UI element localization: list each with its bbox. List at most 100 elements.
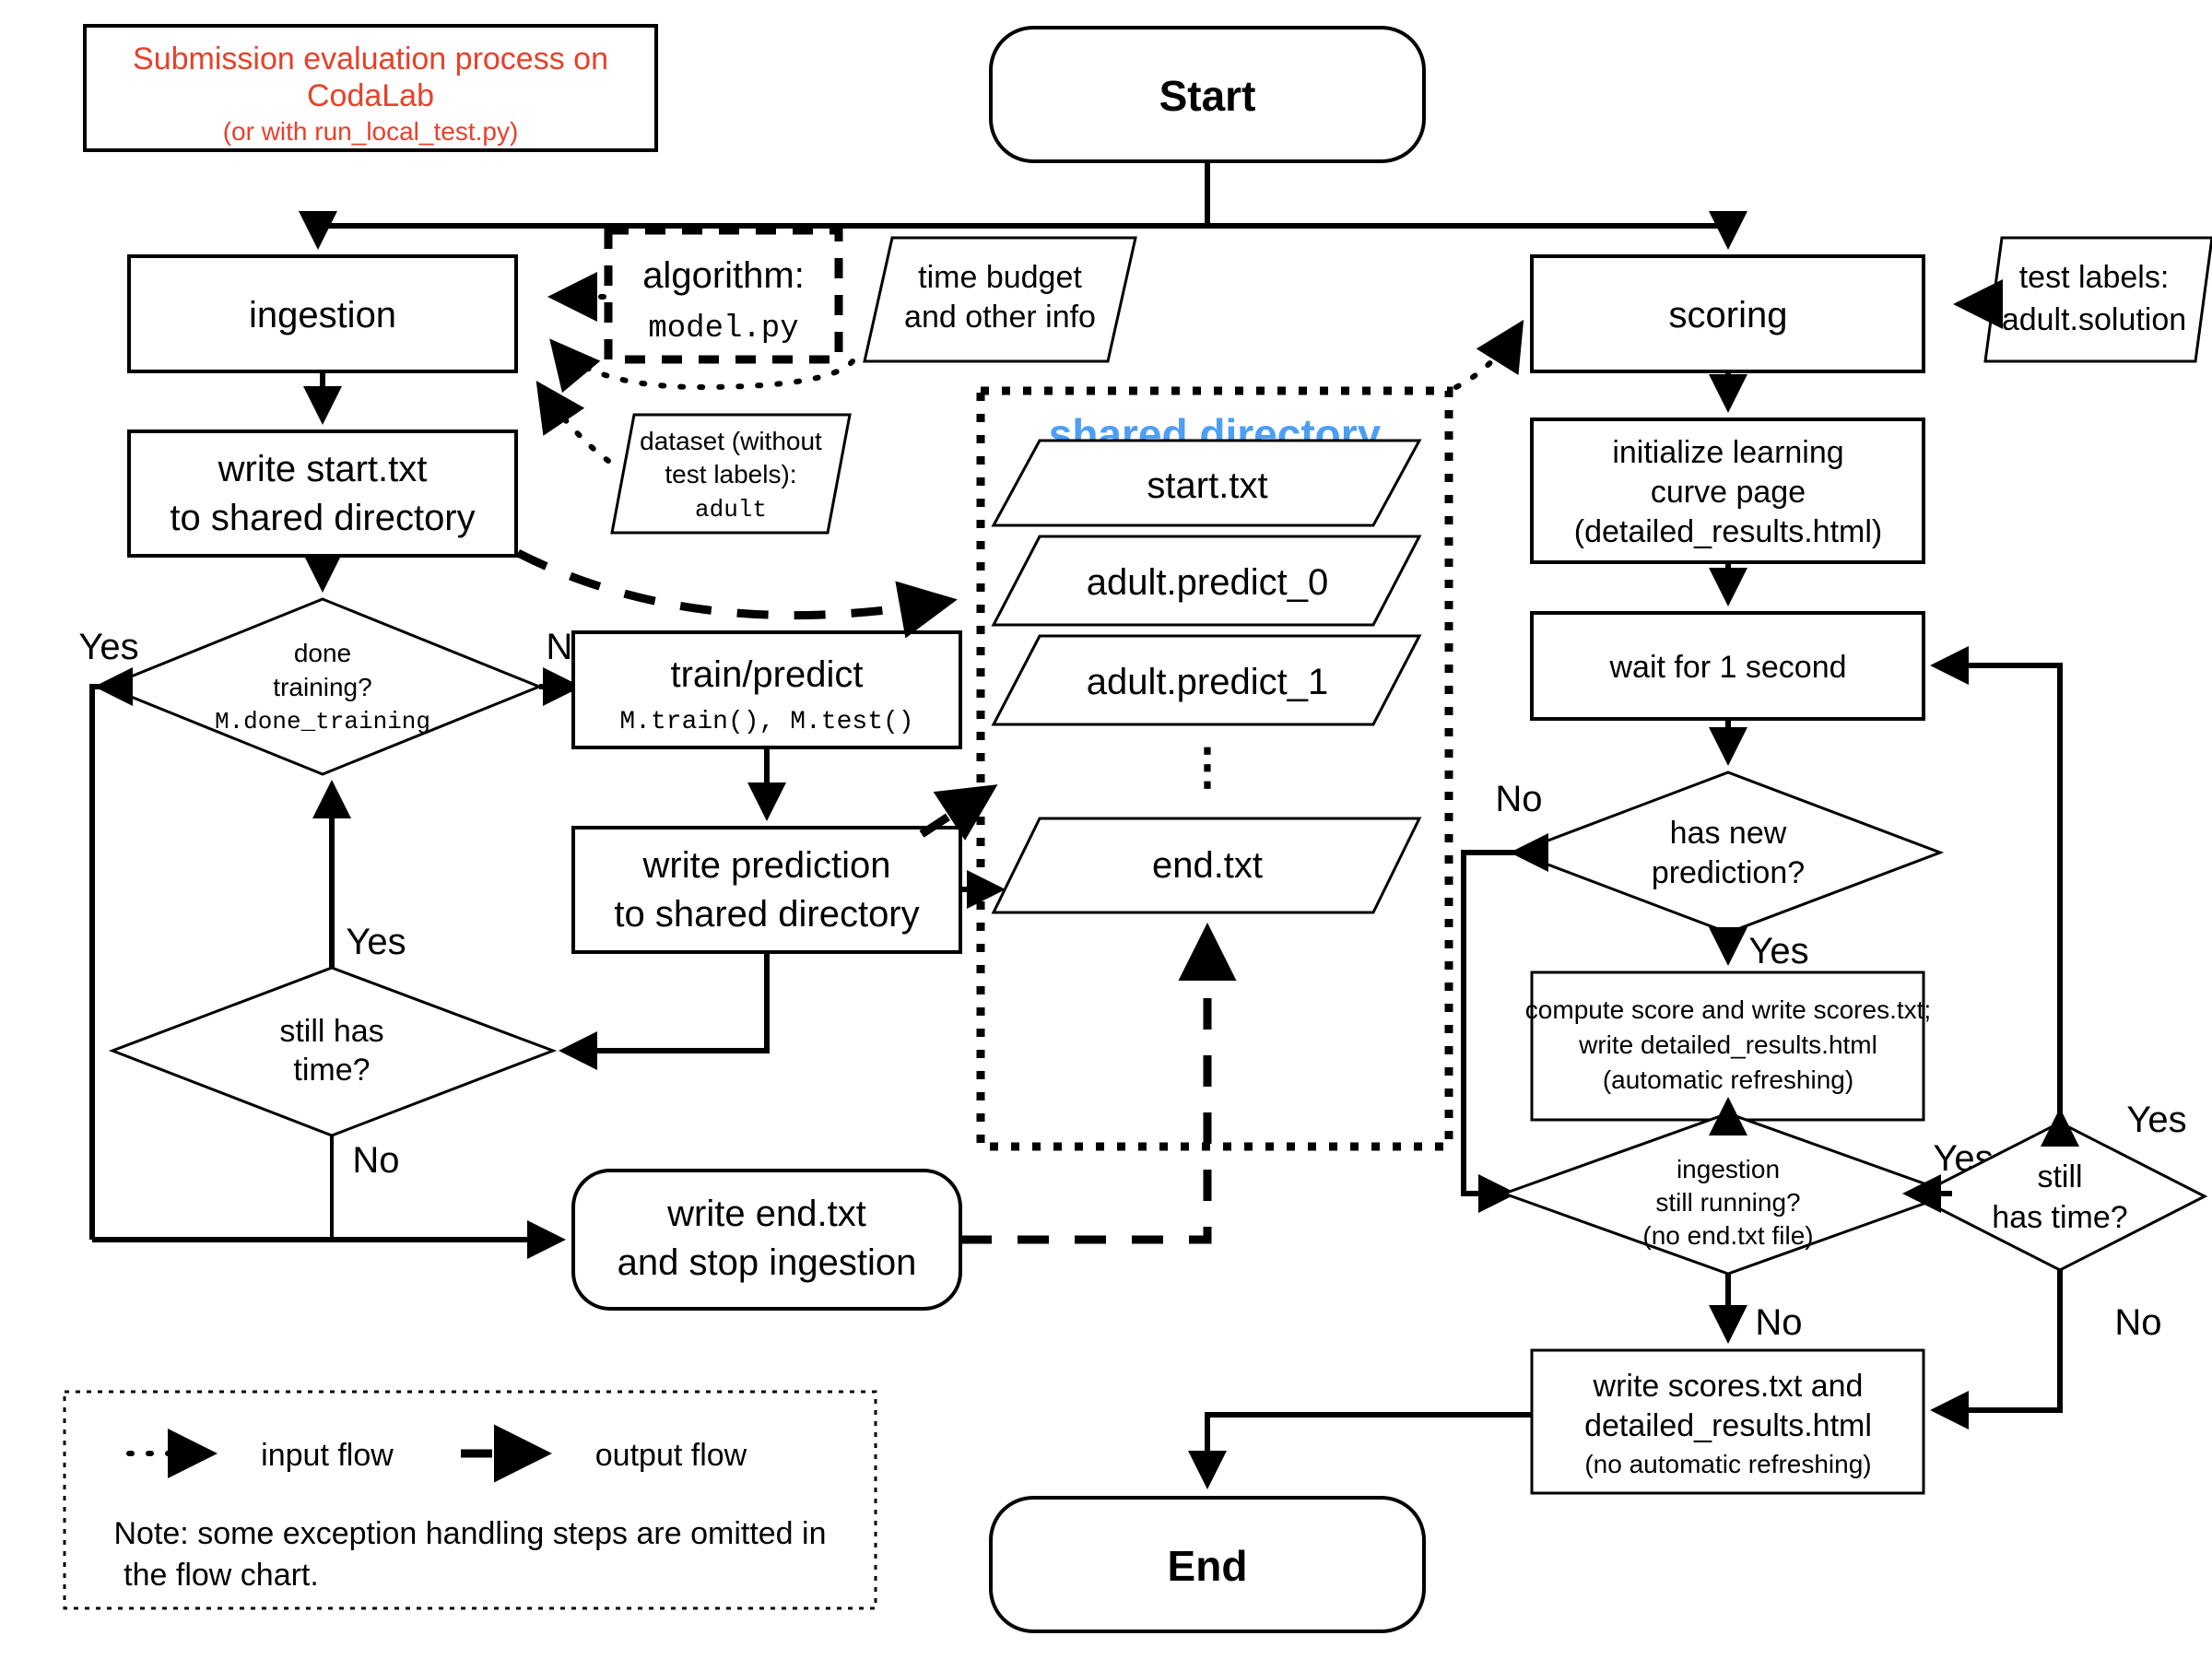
compute-line1: compute score and write scores.txt; xyxy=(1525,995,1931,1024)
input-arrow-shared-to-scoring xyxy=(1453,319,1524,390)
still-has-time-diamond-left: still has time? xyxy=(108,966,558,1137)
write-start-line1: write start.txt xyxy=(218,449,428,489)
edge-scoring-time-yes xyxy=(1930,646,2063,1123)
train-predict-label: train/predict xyxy=(671,654,864,695)
legend-note-line2: the flow chart. xyxy=(124,1558,319,1593)
file-label-3: end.txt xyxy=(1152,845,1263,886)
has-new-prediction-diamond: has new prediction? xyxy=(1512,771,1945,935)
compute-line2: write detailed_results.html xyxy=(1578,1030,1877,1059)
write-prediction-line2: to shared directory xyxy=(614,894,919,935)
write-start-line2: to shared directory xyxy=(170,498,475,538)
done-training-line1: done xyxy=(294,639,351,667)
label-still-time-yes: Yes xyxy=(346,922,406,962)
input-arrow-dataset xyxy=(535,381,611,464)
compute-score-box: compute score and write scores.txt; writ… xyxy=(1525,971,1931,1122)
algorithm-label: algorithm: xyxy=(642,255,805,296)
init-line1: initialize learning xyxy=(1612,435,1843,470)
write-prediction-line1: write prediction xyxy=(641,845,890,886)
output-arrow-start-txt xyxy=(515,548,958,639)
still-has-time-line2: time? xyxy=(293,1053,370,1088)
wait-one-second-box: wait for 1 second xyxy=(1530,611,1925,721)
scoring-label: scoring xyxy=(1669,295,1788,335)
edge-scoring-time-no xyxy=(1930,1270,2063,1430)
scoring-box: scoring xyxy=(1530,254,1925,373)
dataset-parallelogram: dataset (without test labels): adult xyxy=(610,413,852,535)
label-has-new-pred-yes: Yes xyxy=(1748,931,1808,971)
file-adult-predict-1: adult.predict_1 xyxy=(991,634,1422,726)
files-ellipsis: ⋮ xyxy=(1182,739,1232,794)
label-scoring-time-no: No xyxy=(2114,1302,2161,1343)
time-budget-parallelogram: time budget and other info xyxy=(863,236,1137,363)
init-line2: curve page xyxy=(1651,475,1806,510)
title-line3: (or with run_local_test.py) xyxy=(223,117,519,146)
test-labels-line2: adult.solution xyxy=(2002,302,2186,337)
train-predict-code: M.train(), M.test() xyxy=(619,708,913,736)
algorithm-input-box: algorithm: model.py xyxy=(604,226,843,364)
init-line3: (detailed_results.html) xyxy=(1574,514,1882,549)
wait-label: wait for 1 second xyxy=(1608,650,1846,685)
still-has-time-line1: still has xyxy=(279,1014,383,1049)
done-training-code: M.done_training xyxy=(215,708,430,735)
edge-final-to-end xyxy=(1188,1412,1532,1489)
compute-line3: (automatic refreshing) xyxy=(1603,1065,1853,1094)
file-label-0: start.txt xyxy=(1147,465,1267,506)
has-new-pred-line1: has new xyxy=(1670,816,1787,851)
has-new-pred-line2: prediction? xyxy=(1652,855,1805,890)
legend-input-flow-label: input flow xyxy=(261,1438,394,1473)
ingestion-label: ingestion xyxy=(249,295,396,335)
scoring-still-time-line2: has time? xyxy=(1992,1200,2127,1235)
end-label: End xyxy=(1168,1542,1248,1590)
train-predict-box: train/predict M.train(), M.test() xyxy=(571,630,962,749)
dataset-line2: test labels): xyxy=(665,460,796,488)
write-final-results-box: write scores.txt and detailed_results.ht… xyxy=(1530,1348,1925,1495)
label-scoring-time-yes: Yes xyxy=(2126,1100,2186,1140)
title-line2: CodaLab xyxy=(307,78,434,113)
file-end-txt: end.txt xyxy=(991,817,1422,914)
write-prediction-box: write prediction to shared directory xyxy=(571,826,962,954)
legend-output-flow-label: output flow xyxy=(595,1438,747,1473)
edge-donetraining-yes xyxy=(89,684,109,1240)
ingestion-still-running-diamond: ingestion still running? (no end.txt fil… xyxy=(1500,1112,1957,1276)
time-budget-line1: time budget xyxy=(918,260,1082,295)
write-end-line2: and stop ingestion xyxy=(618,1242,917,1283)
write-final-line2: detailed_results.html xyxy=(1584,1408,1872,1443)
write-start-box: write start.txt to shared directory xyxy=(127,429,518,558)
write-final-line1: write scores.txt and xyxy=(1593,1369,1864,1404)
write-end-box: write end.txt and stop ingestion xyxy=(571,1169,962,1311)
label-ingestion-running-no: No xyxy=(1755,1302,1802,1343)
start-label: Start xyxy=(1159,72,1256,120)
algorithm-file: model.py xyxy=(648,312,798,347)
file-label-2: adult.predict_1 xyxy=(1087,662,1328,702)
input-arrow-timebudget xyxy=(549,338,855,394)
file-start-txt: start.txt xyxy=(991,439,1422,527)
done-training-line2: training? xyxy=(273,673,371,701)
edge-hasnewpred-no xyxy=(1461,850,1523,1213)
output-arrow-end-txt xyxy=(960,923,1237,1244)
scoring-still-time-line1: still xyxy=(2037,1159,2082,1194)
label-has-new-pred-no: No xyxy=(1495,779,1542,819)
edge-writeprediction-to-stillhastime xyxy=(559,952,770,1070)
start-terminal: Start xyxy=(989,26,1426,163)
dataset-name: adult xyxy=(695,496,767,524)
test-labels-line1: test labels: xyxy=(2019,260,2170,295)
ingestion-running-line3: (no end.txt file) xyxy=(1642,1221,1813,1250)
title-box: Submission evaluation process on CodaLab… xyxy=(83,24,658,152)
legend-box: input flow output flow Note: some except… xyxy=(63,1390,877,1610)
ingestion-running-line1: ingestion xyxy=(1677,1155,1780,1183)
ingestion-running-line2: still running? xyxy=(1655,1188,1800,1217)
end-terminal: End xyxy=(989,1496,1426,1633)
file-adult-predict-0: adult.predict_0 xyxy=(991,535,1422,627)
label-still-time-no: No xyxy=(352,1140,399,1181)
write-final-line3: (no automatic refreshing) xyxy=(1584,1450,1871,1478)
file-label-1: adult.predict_0 xyxy=(1087,562,1328,603)
legend-note-line1: Note: some exception handling steps are … xyxy=(113,1516,826,1551)
write-end-line1: write end.txt xyxy=(666,1194,866,1234)
flowchart-canvas: Submission evaluation process on CodaLab… xyxy=(0,0,2212,1659)
initialize-curve-box: initialize learning curve page (detailed… xyxy=(1530,418,1925,564)
time-budget-line2: and other info xyxy=(904,300,1096,335)
title-line1: Submission evaluation process on xyxy=(133,41,608,76)
test-labels-parallelogram: test labels: adult.solution xyxy=(1983,236,2212,363)
label-done-training-yes: Yes xyxy=(78,627,138,667)
ingestion-box: ingestion xyxy=(127,254,518,373)
shared-directory-container: shared directory start.txt adult.predict… xyxy=(976,386,1453,1151)
